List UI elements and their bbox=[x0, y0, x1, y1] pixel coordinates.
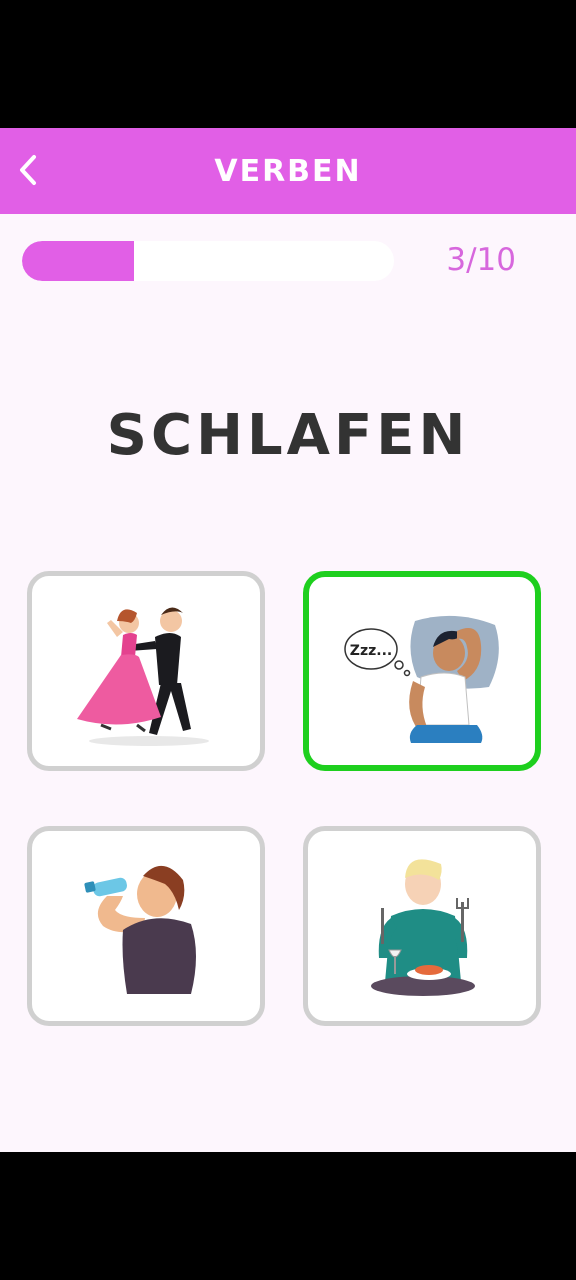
chevron-left-icon bbox=[20, 155, 36, 185]
option-card-sleeping[interactable]: Zzz... bbox=[303, 571, 541, 771]
progress-counter: 3/10 bbox=[446, 242, 516, 278]
app-header: VERBEN bbox=[0, 128, 576, 214]
sleeping-man-image: Zzz... bbox=[344, 615, 499, 743]
option-card-drinking[interactable] bbox=[27, 826, 265, 1026]
sleep-bubble-text: Zzz... bbox=[350, 643, 392, 659]
dancing-couple-image bbox=[77, 607, 209, 746]
option-card-dancing[interactable] bbox=[27, 571, 265, 771]
drinking-man-image bbox=[84, 865, 196, 994]
progress-fill bbox=[22, 241, 134, 281]
quiz-screen: VERBEN 3/10 SCHLAFEN Zzz... bbox=[0, 128, 576, 1152]
progress-bar bbox=[22, 241, 394, 281]
eating-man-image bbox=[371, 859, 475, 996]
option-card-eating[interactable] bbox=[303, 826, 541, 1026]
target-word: SCHLAFEN bbox=[106, 403, 470, 468]
page-title: VERBEN bbox=[214, 153, 362, 189]
back-button[interactable] bbox=[10, 150, 46, 190]
